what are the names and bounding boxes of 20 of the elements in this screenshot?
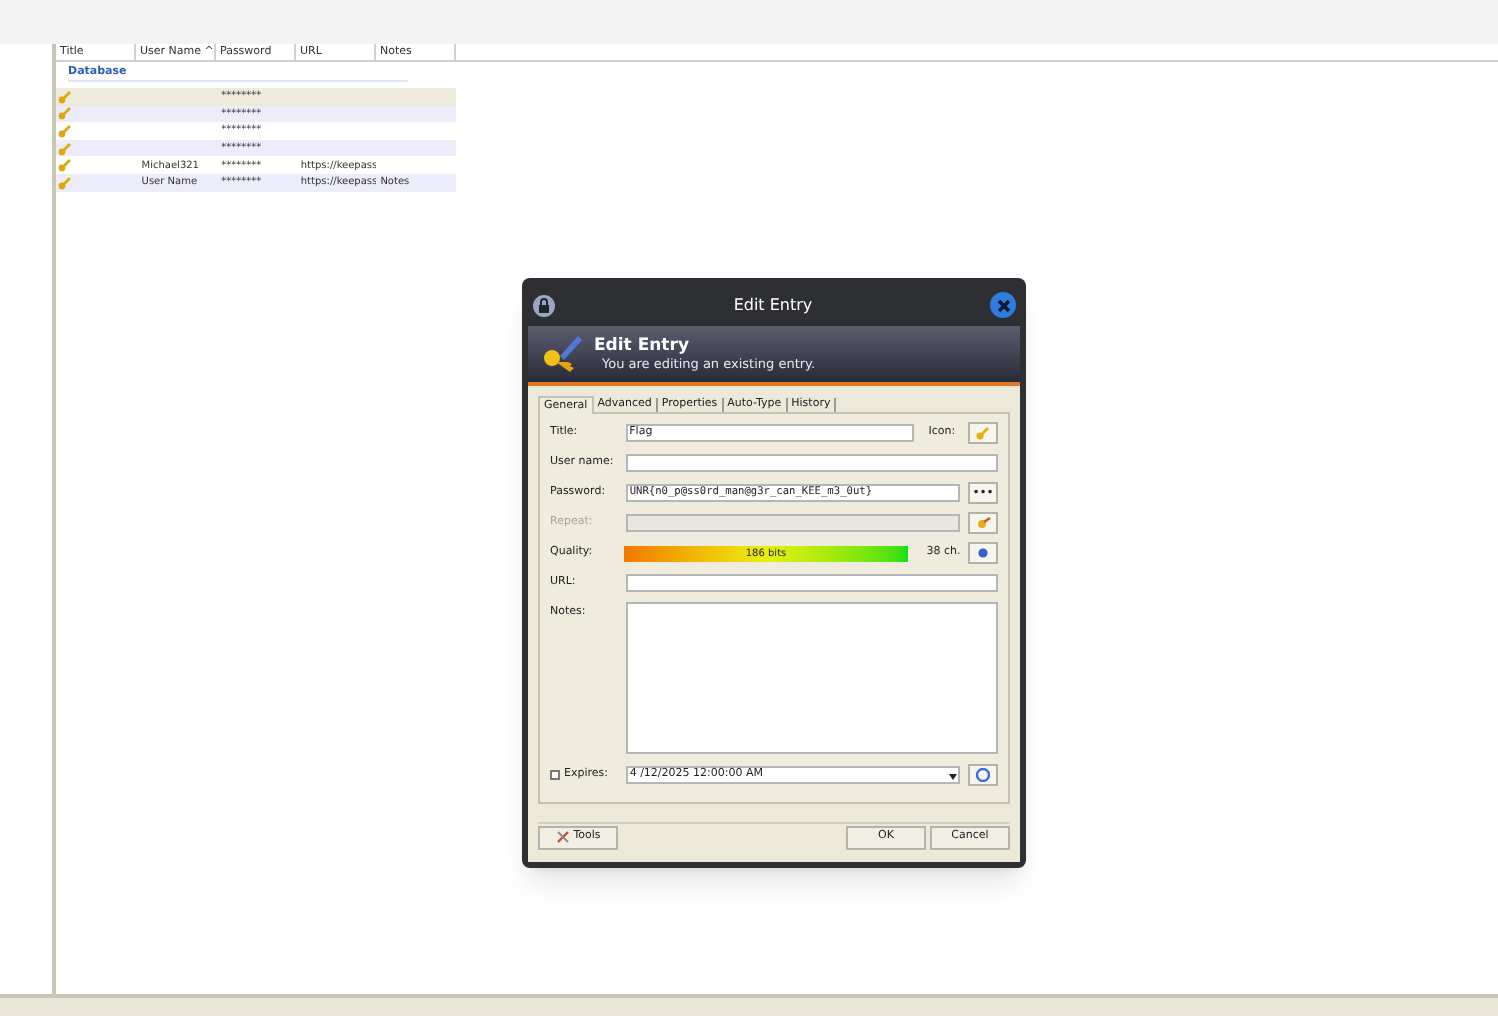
lock-icon bbox=[532, 293, 556, 317]
generate-password-button[interactable] bbox=[968, 512, 998, 534]
info-button[interactable] bbox=[968, 542, 998, 564]
dropdown-arrow-icon bbox=[948, 769, 959, 781]
banner-title: Edit Entry bbox=[594, 338, 691, 355]
close-button[interactable] bbox=[990, 292, 1016, 318]
username-field[interactable] bbox=[625, 454, 998, 472]
close-icon bbox=[995, 297, 1011, 313]
key-icon bbox=[975, 516, 992, 530]
expiry-presets-button[interactable] bbox=[968, 764, 998, 786]
icon-picker-button[interactable] bbox=[968, 422, 998, 444]
repeat-field[interactable] bbox=[625, 514, 961, 532]
key-icon bbox=[976, 426, 991, 440]
expires-checkbox[interactable] bbox=[550, 770, 560, 780]
key-pen-icon bbox=[540, 332, 584, 376]
window-title: Edit Entry bbox=[731, 293, 815, 317]
tools-icon bbox=[555, 830, 570, 844]
url-field[interactable] bbox=[625, 574, 998, 592]
notes-field[interactable] bbox=[625, 602, 998, 754]
info-icon bbox=[978, 548, 989, 558]
